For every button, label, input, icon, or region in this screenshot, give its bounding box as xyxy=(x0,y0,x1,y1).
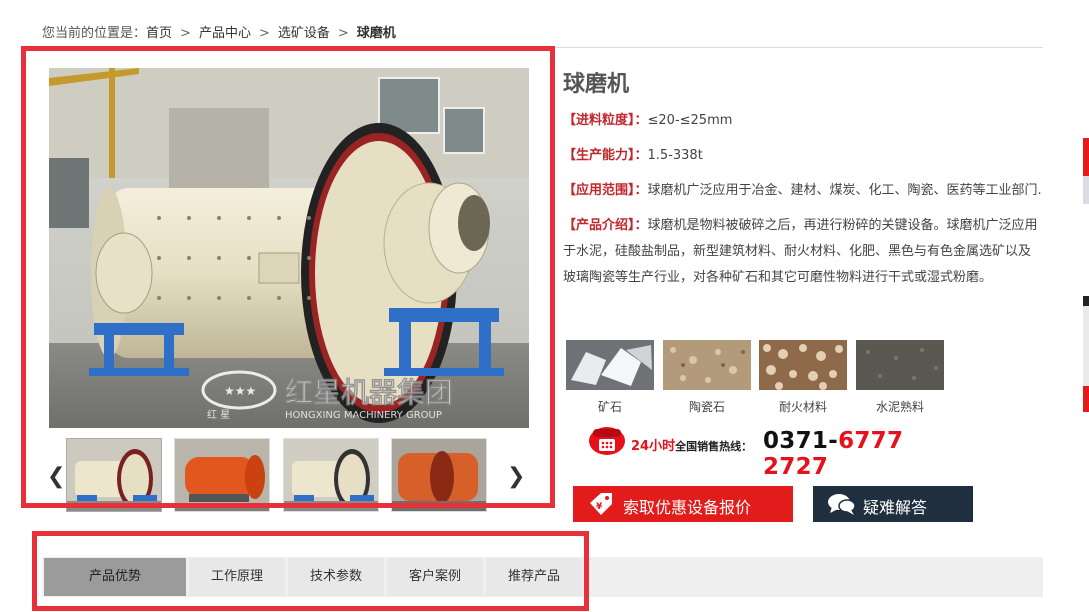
hotline-area-code: 0371- xyxy=(763,428,839,454)
request-quote-button[interactable]: ¥ 索取优惠设备报价 xyxy=(573,486,793,522)
side-float-strip[interactable] xyxy=(1083,296,1089,306)
spec-key: 【进料粒度】： xyxy=(563,113,648,128)
side-float-strip[interactable] xyxy=(1083,386,1089,412)
sales-hotline: 24小时全国销售热线： 0371-6777 2727 xyxy=(587,420,967,480)
spec-value: 1.5-338t xyxy=(647,148,703,163)
breadcrumb-separator: > xyxy=(180,26,191,41)
breadcrumb-prefix: 您当前的位置是： xyxy=(42,26,147,41)
spec-feed-size: 【进料粒度】：≤20-≤25mm xyxy=(563,108,1043,134)
product-specs: 【进料粒度】：≤20-≤25mm 【生产能力】：1.5-338t 【应用范围】：… xyxy=(563,108,1043,300)
request-quote-label: 索取优惠设备报价 xyxy=(623,498,752,517)
product-title: 球磨机 xyxy=(563,72,630,97)
chat-bubbles-icon xyxy=(828,494,856,515)
spec-key: 【产品介绍】： xyxy=(563,218,648,233)
svg-text:¥: ¥ xyxy=(596,502,603,512)
materials-list: 矿石 陶瓷石 耐火材料 水泥熟料 xyxy=(566,340,966,415)
side-float-strip[interactable] xyxy=(1083,306,1089,386)
breadcrumb-home-link[interactable]: 首页 xyxy=(146,26,172,41)
faq-button[interactable]: 疑难解答 xyxy=(813,486,973,522)
breadcrumb-separator: > xyxy=(337,26,349,41)
cement-clinker-image xyxy=(856,340,944,390)
breadcrumb-current: 球磨机 xyxy=(356,26,396,41)
gallery-highlight-frame xyxy=(21,46,555,508)
hotline-lead: 24小时全国销售热线： xyxy=(631,435,752,454)
hotline-label: 全国销售热线： xyxy=(675,440,753,453)
material-item: 水泥熟料 xyxy=(856,340,944,415)
breadcrumb: 您当前的位置是：首页 > 产品中心 > 选矿设备 > 球磨机 xyxy=(42,22,396,41)
refractory-material-image xyxy=(759,340,847,390)
breadcrumb-category-link[interactable]: 选矿设备 xyxy=(278,26,330,41)
spec-key: 【生产能力】： xyxy=(563,148,648,163)
spec-value: 球磨机广泛应用于冶金、建材、煤炭、化工、陶瓷、医药等工业部门. xyxy=(647,183,1042,198)
breadcrumb-separator: > xyxy=(258,26,270,41)
spec-application: 【应用范围】：球磨机广泛应用于冶金、建材、煤炭、化工、陶瓷、医药等工业部门. xyxy=(563,178,1043,204)
material-caption: 水泥熟料 xyxy=(875,400,924,414)
telephone-icon xyxy=(589,427,625,455)
price-tag-icon: ¥ xyxy=(590,493,612,515)
ceramic-stone-image xyxy=(663,340,751,390)
material-caption: 耐火材料 xyxy=(778,400,827,414)
spec-introduction: 【产品介绍】：球磨机是物料被破碎之后，再进行粉碎的关键设备。球磨机广泛应用于水泥… xyxy=(563,213,1043,291)
hotline-hours: 24小时 xyxy=(631,439,676,454)
faq-label: 疑难解答 xyxy=(863,498,928,517)
tabs-highlight-frame xyxy=(32,531,589,611)
material-item: 耐火材料 xyxy=(759,340,847,415)
side-float-strip[interactable] xyxy=(1083,176,1089,204)
spec-capacity: 【生产能力】：1.5-338t xyxy=(563,143,1043,169)
spec-key: 【应用范围】： xyxy=(563,183,648,198)
side-float-strip[interactable] xyxy=(1083,138,1089,176)
ore-image xyxy=(566,340,654,390)
material-caption: 矿石 xyxy=(597,400,622,414)
spec-value: ≤20-≤25mm xyxy=(647,113,733,128)
hotline-number[interactable]: 0371-6777 2727 xyxy=(763,428,967,480)
material-caption: 陶瓷石 xyxy=(688,400,725,414)
material-item: 陶瓷石 xyxy=(663,340,751,415)
material-item: 矿石 xyxy=(566,340,654,415)
breadcrumb-products-link[interactable]: 产品中心 xyxy=(199,26,251,41)
